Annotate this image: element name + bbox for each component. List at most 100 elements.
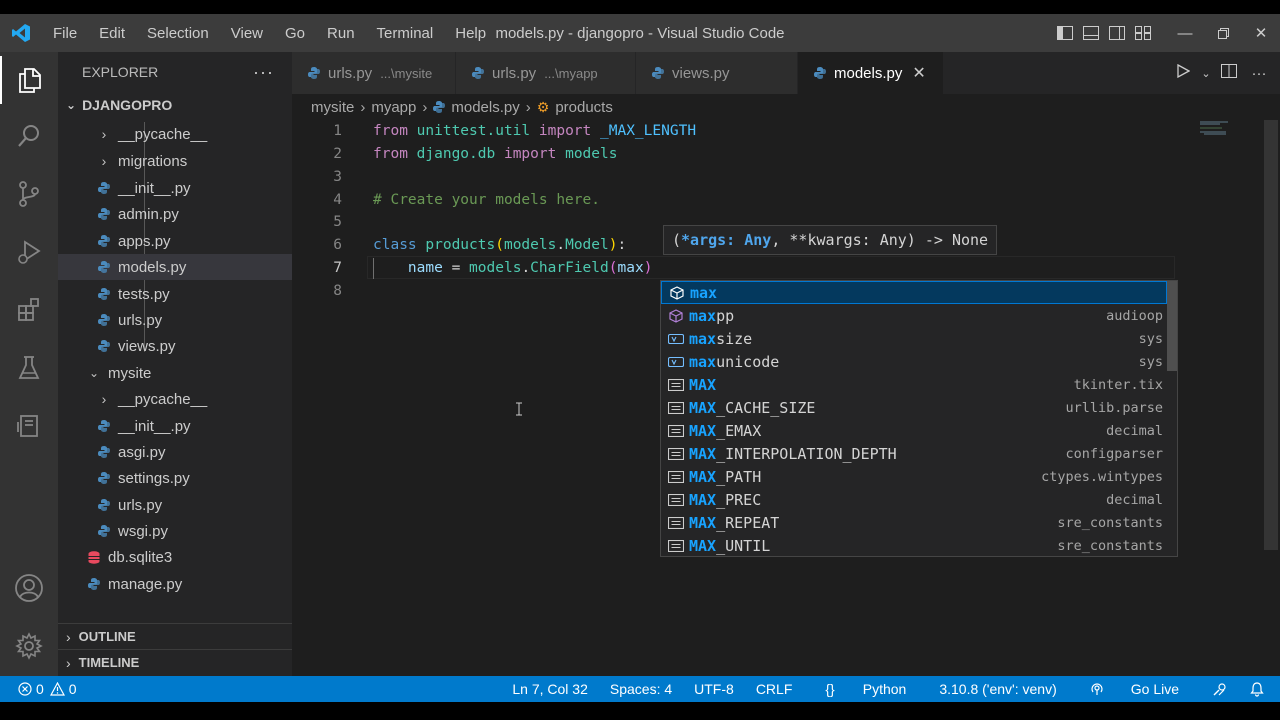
menu-help[interactable]: Help [444, 25, 497, 42]
tree-item-file[interactable]: views.py [58, 333, 292, 359]
close-window-icon[interactable]: ✕ [1242, 14, 1280, 52]
menu-selection[interactable]: Selection [136, 25, 220, 42]
suggestion-item[interactable]: MAX_EMAX decimal [661, 419, 1167, 442]
menu-go[interactable]: Go [274, 25, 316, 42]
suggestion-item[interactable]: maxpp audioop [661, 304, 1167, 327]
customize-layout-icon[interactable] [1130, 14, 1156, 52]
menu-view[interactable]: View [220, 25, 274, 42]
indentation-setting[interactable]: Spaces: 4 [599, 681, 683, 697]
language-mode[interactable]: {} Python [803, 681, 928, 697]
tree-item-file[interactable]: urls.py [58, 307, 292, 333]
suggestion-scrollbar[interactable] [1167, 281, 1177, 371]
vertical-scrollbar[interactable] [1264, 120, 1278, 550]
suggestion-rest: size [716, 329, 753, 348]
chevron-down-icon[interactable]: ⌄ [1198, 67, 1214, 80]
manage-gear-icon[interactable] [0, 622, 58, 670]
tree-item-file[interactable]: urls.py [58, 492, 292, 518]
extensions-icon[interactable] [0, 286, 58, 334]
python-interpreter[interactable]: 3.10.8 ('env': venv) [928, 681, 1067, 697]
tree-item-file[interactable]: wsgi.py [58, 518, 292, 544]
search-icon[interactable] [0, 112, 58, 160]
accounts-icon[interactable] [0, 564, 58, 612]
remote-explorer-icon[interactable] [0, 402, 58, 450]
suggestion-detail: audioop [1106, 307, 1163, 324]
tree-item-file[interactable]: settings.py [58, 465, 292, 491]
tree-item-file[interactable]: manage.py [58, 571, 292, 597]
suggestion-item[interactable]: MAX_INTERPOLATION_DEPTH configparser [661, 442, 1167, 465]
toggle-sidebar-icon[interactable] [1052, 14, 1078, 52]
restore-icon[interactable] [1204, 14, 1242, 52]
suggestion-item[interactable]: maxsize sys [661, 327, 1167, 350]
tree-item-folder[interactable]: › migrations [58, 148, 292, 174]
tree-item-folder-open[interactable]: ⌄ mysite [58, 360, 292, 386]
tree-item-label: db.sqlite3 [108, 548, 173, 566]
go-live-button[interactable]: Go Live [1068, 681, 1201, 697]
suggestion-item[interactable]: MAX_UNTIL sre_constants [661, 534, 1167, 557]
suggestion-match: MAX [689, 490, 717, 509]
end-of-line[interactable]: CRLF [745, 681, 804, 697]
split-editor-icon[interactable] [1214, 64, 1244, 82]
close-tab-icon[interactable]: ✕ [912, 63, 925, 83]
breadcrumb-item[interactable]: mysite [311, 99, 354, 116]
tree-item-file[interactable]: admin.py [58, 201, 292, 227]
workspace-root[interactable]: ⌄ DJANGOPRO [58, 92, 292, 118]
tree-item-label: __init__.py [118, 417, 191, 435]
top-letterbox [0, 0, 1280, 14]
notifications-bell-icon[interactable] [1239, 681, 1280, 697]
tree-item-file[interactable]: __init__.py [58, 175, 292, 201]
menu-terminal[interactable]: Terminal [366, 25, 445, 42]
tab-views[interactable]: views.py [636, 52, 798, 94]
cursor-position[interactable]: Ln 7, Col 32 [501, 681, 599, 697]
tree-item-file[interactable]: __init__.py [58, 413, 292, 439]
code-editor[interactable]: 1 2 3 4 5 6 7 8 from unittest.util impor… [292, 120, 1280, 676]
tab-models-active[interactable]: models.py ✕ [798, 52, 944, 94]
tree-item-folder[interactable]: › __pycache__ [58, 121, 292, 147]
menu-run[interactable]: Run [316, 25, 366, 42]
suggestion-item-selected[interactable]: max [661, 281, 1167, 304]
suggestion-rest: _PREC [716, 490, 762, 509]
testing-flask-icon[interactable] [0, 344, 58, 392]
suggestion-item[interactable]: MAX_PATH ctypes.wintypes [661, 465, 1167, 488]
python-file-icon [86, 578, 102, 590]
explorer-icon[interactable] [0, 56, 58, 104]
tab-description: ...\myapp [544, 65, 598, 81]
minimize-icon[interactable]: — [1166, 14, 1204, 52]
file-encoding[interactable]: UTF-8 [683, 681, 745, 697]
menu-edit[interactable]: Edit [88, 25, 136, 42]
minimap[interactable] [1200, 120, 1262, 140]
chevron-right-icon: › [422, 98, 428, 116]
run-file-icon[interactable] [1168, 63, 1198, 82]
suggestion-item[interactable]: MAX_CACHE_SIZE urllib.parse [661, 396, 1167, 419]
tree-item-file[interactable]: tests.py [58, 281, 292, 307]
toggle-panel-icon[interactable] [1078, 14, 1104, 52]
outline-section[interactable]: › OUTLINE [58, 623, 292, 649]
suggestion-item[interactable]: MAX_PREC decimal [661, 488, 1167, 511]
breadcrumb-item[interactable]: myapp [371, 99, 416, 116]
tree-item-folder[interactable]: › __pycache__ [58, 386, 292, 412]
feedback-icon[interactable] [1201, 682, 1239, 696]
suggestion-detail: sre_constants [1057, 537, 1163, 554]
source-control-icon[interactable] [0, 170, 58, 218]
suggestion-item[interactable]: MAX_REPEAT sre_constants [661, 511, 1167, 534]
suggestion-item[interactable]: maxunicode sys [661, 350, 1167, 373]
tree-item-file-selected[interactable]: models.py [58, 254, 292, 280]
python-file-icon [96, 525, 112, 537]
timeline-section[interactable]: › TIMELINE [58, 649, 292, 675]
tab-urls-mysite[interactable]: urls.py ...\mysite [292, 52, 456, 94]
suggestion-item[interactable]: MAX tkinter.tix [661, 373, 1167, 396]
breadcrumb-item[interactable]: models.py [451, 99, 519, 116]
tab-urls-myapp[interactable]: urls.py ...\myapp [456, 52, 636, 94]
tree-item-file[interactable]: asgi.py [58, 439, 292, 465]
explorer-header: EXPLORER [82, 64, 159, 80]
variable-icon [663, 333, 689, 345]
run-debug-icon[interactable] [0, 228, 58, 276]
tree-item-file[interactable]: apps.py [58, 228, 292, 254]
toggle-secondary-sidebar-icon[interactable] [1104, 14, 1130, 52]
more-actions-icon[interactable]: ··· [253, 62, 274, 83]
menu-file[interactable]: File [42, 25, 88, 42]
more-actions-icon[interactable]: ··· [1244, 65, 1274, 82]
problems-indicator[interactable]: 0 0 [0, 681, 77, 697]
tree-item-file[interactable]: db.sqlite3 [58, 544, 292, 570]
tree-item-label: tests.py [118, 285, 170, 303]
breadcrumb-item[interactable]: products [555, 99, 613, 116]
